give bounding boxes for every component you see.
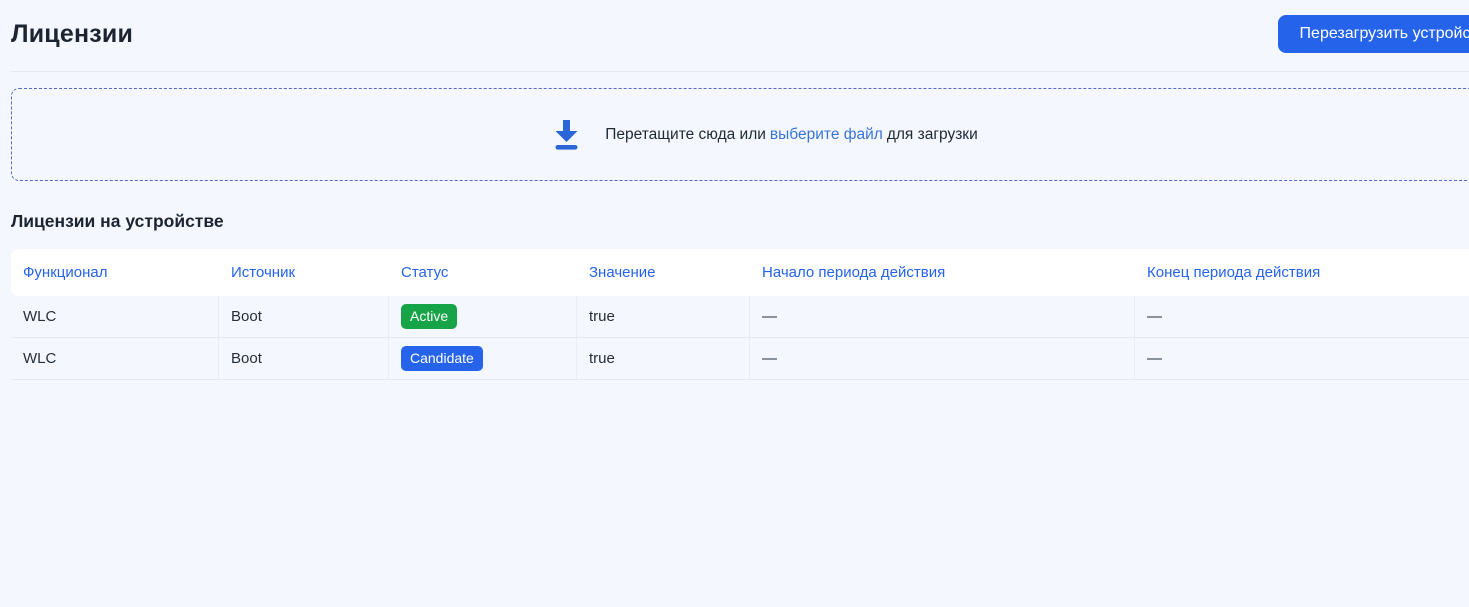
cell-value: true (577, 296, 750, 337)
column-header-period-end: Конец периода действия (1135, 264, 1469, 281)
value-text: true (589, 350, 615, 367)
column-header-value: Значение (577, 264, 750, 281)
header-divider (11, 71, 1469, 72)
table-row: WLC Boot Candidate true — — (11, 338, 1469, 380)
cell-functional: WLC (11, 338, 219, 379)
cell-period-end: — (1135, 338, 1469, 379)
column-header-period-start: Начало периода действия (750, 264, 1135, 281)
cell-source: Boot (219, 296, 389, 337)
cell-functional: WLC (11, 296, 219, 337)
section-title-device-licenses: Лицензии на устройстве (11, 211, 1469, 232)
cell-status: Candidate (389, 338, 577, 379)
table-header-row: Функционал Источник Статус Значение Нача… (11, 249, 1469, 296)
column-header-functional: Функционал (11, 264, 219, 281)
status-badge: Candidate (401, 346, 483, 371)
column-header-source: Источник (219, 264, 389, 281)
value-text: true (589, 308, 615, 325)
reboot-device-button[interactable]: Перезагрузить устройство (1278, 15, 1469, 53)
period-end-value: — (1147, 350, 1162, 367)
cell-period-start: — (750, 338, 1135, 379)
page-title: Лицензии (11, 20, 133, 49)
cell-source: Boot (219, 338, 389, 379)
functional-value: WLC (23, 308, 56, 325)
source-value: Boot (231, 308, 262, 325)
file-dropzone[interactable]: Перетащите сюда иливыберите файлдля загр… (11, 88, 1469, 181)
functional-value: WLC (23, 350, 56, 367)
dropzone-text-suffix: для загрузки (887, 126, 978, 143)
cell-value: true (577, 338, 750, 379)
cell-period-end: — (1135, 296, 1469, 337)
choose-file-link[interactable]: выберите файл (770, 126, 883, 143)
download-icon (550, 119, 583, 150)
cell-status: Active (389, 296, 577, 337)
status-badge: Active (401, 304, 457, 329)
period-start-value: — (762, 308, 777, 325)
column-header-status: Статус (389, 264, 577, 281)
period-end-value: — (1147, 308, 1162, 325)
table-row: WLC Boot Active true — — (11, 296, 1469, 338)
licenses-page: Лицензии Перезагрузить устройство Перета… (11, 0, 1469, 380)
dropzone-text: Перетащите сюда иливыберите файлдля загр… (605, 126, 978, 144)
page-header: Лицензии Перезагрузить устройство (11, 0, 1469, 53)
source-value: Boot (231, 350, 262, 367)
cell-period-start: — (750, 296, 1135, 337)
period-start-value: — (762, 350, 777, 367)
licenses-table: Функционал Источник Статус Значение Нача… (11, 249, 1469, 380)
dropzone-text-prefix: Перетащите сюда или (605, 126, 766, 143)
